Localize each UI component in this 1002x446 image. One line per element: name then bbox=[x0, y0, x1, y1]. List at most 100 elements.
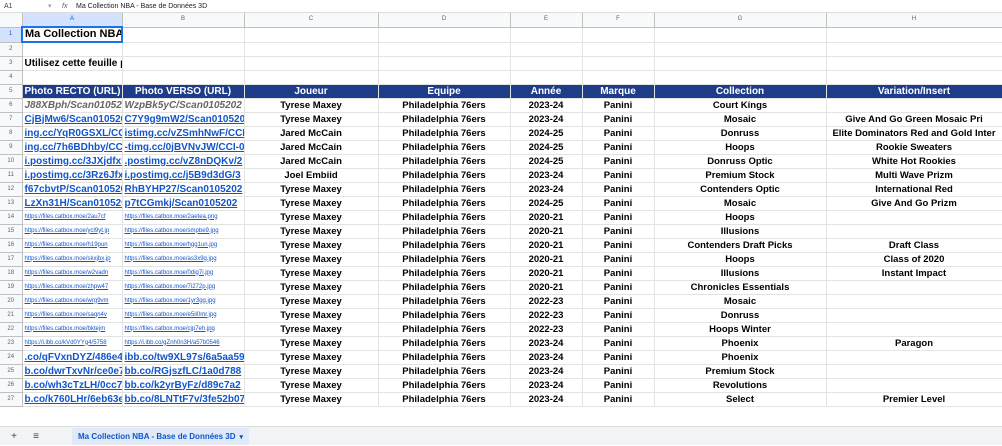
row-number[interactable]: 4 bbox=[0, 70, 23, 85]
photo-verso-link[interactable]: bb.co/k2yrByFz/d89c7a2 bbox=[122, 378, 245, 393]
row-number[interactable]: 18 bbox=[0, 266, 23, 281]
photo-recto-link[interactable]: https://files.catbox.moe/wrg9vm bbox=[22, 294, 123, 309]
row-number[interactable]: 9 bbox=[0, 140, 23, 155]
collection-cell[interactable]: Mosaic bbox=[654, 112, 827, 127]
cell[interactable] bbox=[510, 56, 583, 71]
photo-recto-link[interactable]: https://i.ibb.co/kVd0YYg4/5758 bbox=[22, 336, 123, 351]
cell[interactable] bbox=[582, 42, 655, 57]
header-equipe[interactable]: Equipe bbox=[378, 84, 511, 99]
collection-cell[interactable]: Hoops Winter bbox=[654, 322, 827, 337]
variation-cell[interactable] bbox=[826, 294, 1002, 309]
header-variation[interactable]: Variation/Insert bbox=[826, 84, 1002, 99]
cell[interactable] bbox=[122, 56, 245, 71]
cell[interactable] bbox=[654, 42, 827, 57]
row-number[interactable]: 15 bbox=[0, 224, 23, 239]
marque-cell[interactable]: Panini bbox=[582, 182, 655, 197]
photo-recto-link[interactable]: b.co/dwrTxvNr/ce0e7 bbox=[22, 364, 123, 379]
joueur-cell[interactable]: Tyrese Maxey bbox=[244, 336, 379, 351]
annee-cell[interactable]: 2022-23 bbox=[510, 322, 583, 337]
photo-verso-link[interactable]: https://files.catbox.moe/smpbe9.jpg bbox=[122, 224, 245, 239]
marque-cell[interactable]: Panini bbox=[582, 140, 655, 155]
variation-cell[interactable] bbox=[826, 364, 1002, 379]
joueur-cell[interactable]: Tyrese Maxey bbox=[244, 322, 379, 337]
marque-cell[interactable]: Panini bbox=[582, 126, 655, 141]
photo-verso-link[interactable]: https://files.catbox.moe/cjp7eh.jpg bbox=[122, 322, 245, 337]
annee-cell[interactable]: 2023-24 bbox=[510, 364, 583, 379]
cell[interactable] bbox=[654, 56, 827, 71]
cell[interactable] bbox=[122, 27, 245, 43]
cell[interactable] bbox=[378, 27, 511, 43]
joueur-cell[interactable]: Jared McCain bbox=[244, 126, 379, 141]
collection-cell[interactable]: Donruss bbox=[654, 126, 827, 141]
row-number[interactable]: 10 bbox=[0, 154, 23, 169]
photo-verso-link[interactable]: https://i.ibb.co/gZnh0n3H/a57b0546 bbox=[122, 336, 245, 351]
joueur-cell[interactable]: Tyrese Maxey bbox=[244, 252, 379, 267]
photo-recto-link[interactable]: i.postimg.cc/3JXjdfxFi bbox=[22, 154, 123, 169]
row-number[interactable]: 7 bbox=[0, 112, 23, 127]
column-header-g[interactable]: G bbox=[654, 13, 827, 28]
annee-cell[interactable]: 2020-21 bbox=[510, 224, 583, 239]
photo-recto-link[interactable]: https://files.catbox.moe/2au7cf bbox=[22, 210, 123, 225]
row-number[interactable]: 3 bbox=[0, 56, 23, 71]
cell[interactable] bbox=[22, 42, 123, 57]
variation-cell[interactable]: International Red bbox=[826, 182, 1002, 197]
photo-recto-link[interactable]: https://files.catbox.moe/w2vadn bbox=[22, 266, 123, 281]
equipe-cell[interactable]: Philadelphia 76ers bbox=[378, 392, 511, 407]
photo-recto-link[interactable]: https://files.catbox.moe/skxjbx.jp bbox=[22, 252, 123, 267]
photo-verso-link[interactable]: C7Y9g9mW2/Scan0105202 bbox=[122, 112, 245, 127]
photo-verso-link[interactable]: https://files.catbox.moe/1yr3gg.jpg bbox=[122, 294, 245, 309]
photo-verso-link[interactable]: https://files.catbox.moe/as3x9g.jpg bbox=[122, 252, 245, 267]
row-number[interactable]: 20 bbox=[0, 294, 23, 309]
row-number[interactable]: 25 bbox=[0, 364, 23, 379]
equipe-cell[interactable]: Philadelphia 76ers bbox=[378, 350, 511, 365]
joueur-cell[interactable]: Tyrese Maxey bbox=[244, 224, 379, 239]
variation-cell[interactable] bbox=[826, 224, 1002, 239]
photo-verso-link[interactable]: i.postimg.cc/j5B9d3dG/3 bbox=[122, 168, 245, 183]
row-number[interactable]: 13 bbox=[0, 196, 23, 211]
equipe-cell[interactable]: Philadelphia 76ers bbox=[378, 378, 511, 393]
collection-cell[interactable]: Hoops bbox=[654, 140, 827, 155]
marque-cell[interactable]: Panini bbox=[582, 308, 655, 323]
variation-cell[interactable]: Class of 2020 bbox=[826, 252, 1002, 267]
collection-cell[interactable]: Revolutions bbox=[654, 378, 827, 393]
joueur-cell[interactable]: Tyrese Maxey bbox=[244, 378, 379, 393]
formula-input[interactable]: Ma Collection NBA - Base de Données 3D bbox=[76, 3, 207, 10]
joueur-cell[interactable]: Tyrese Maxey bbox=[244, 266, 379, 281]
row-number[interactable]: 19 bbox=[0, 280, 23, 295]
row-number[interactable]: 8 bbox=[0, 126, 23, 141]
annee-cell[interactable]: 2024-25 bbox=[510, 126, 583, 141]
equipe-cell[interactable]: Philadelphia 76ers bbox=[378, 182, 511, 197]
marque-cell[interactable]: Panini bbox=[582, 98, 655, 113]
marque-cell[interactable]: Panini bbox=[582, 210, 655, 225]
joueur-cell[interactable]: Tyrese Maxey bbox=[244, 294, 379, 309]
all-sheets-button[interactable]: ≡ bbox=[28, 431, 44, 442]
photo-recto-link[interactable]: LzXn31H/Scan010520 bbox=[22, 196, 123, 211]
equipe-cell[interactable]: Philadelphia 76ers bbox=[378, 294, 511, 309]
column-header-e[interactable]: E bbox=[510, 13, 583, 28]
annee-cell[interactable]: 2023-24 bbox=[510, 336, 583, 351]
header-annee[interactable]: Année bbox=[510, 84, 583, 99]
photo-verso-link[interactable]: p7tCGmkj/Scan0105202 bbox=[122, 196, 245, 211]
annee-cell[interactable]: 2023-24 bbox=[510, 168, 583, 183]
annee-cell[interactable]: 2024-25 bbox=[510, 154, 583, 169]
equipe-cell[interactable]: Philadelphia 76ers bbox=[378, 322, 511, 337]
chevron-down-icon[interactable]: ▾ bbox=[240, 434, 244, 441]
add-sheet-button[interactable]: + bbox=[6, 431, 22, 442]
equipe-cell[interactable]: Philadelphia 76ers bbox=[378, 210, 511, 225]
instruction-cell[interactable]: Utilisez cette feuille p bbox=[22, 56, 123, 71]
equipe-cell[interactable]: Philadelphia 76ers bbox=[378, 252, 511, 267]
row-number[interactable]: 2 bbox=[0, 42, 23, 57]
equipe-cell[interactable]: Philadelphia 76ers bbox=[378, 266, 511, 281]
annee-cell[interactable]: 2023-24 bbox=[510, 378, 583, 393]
annee-cell[interactable]: 2022-23 bbox=[510, 308, 583, 323]
variation-cell[interactable]: Instant Impact bbox=[826, 266, 1002, 281]
equipe-cell[interactable]: Philadelphia 76ers bbox=[378, 224, 511, 239]
collection-cell[interactable]: Phoenix bbox=[654, 336, 827, 351]
collection-cell[interactable]: Donruss Optic bbox=[654, 154, 827, 169]
row-number[interactable]: 14 bbox=[0, 210, 23, 225]
column-header-c[interactable]: C bbox=[244, 13, 379, 28]
variation-cell[interactable] bbox=[826, 98, 1002, 113]
marque-cell[interactable]: Panini bbox=[582, 266, 655, 281]
variation-cell[interactable] bbox=[826, 322, 1002, 337]
row-number[interactable]: 24 bbox=[0, 350, 23, 365]
